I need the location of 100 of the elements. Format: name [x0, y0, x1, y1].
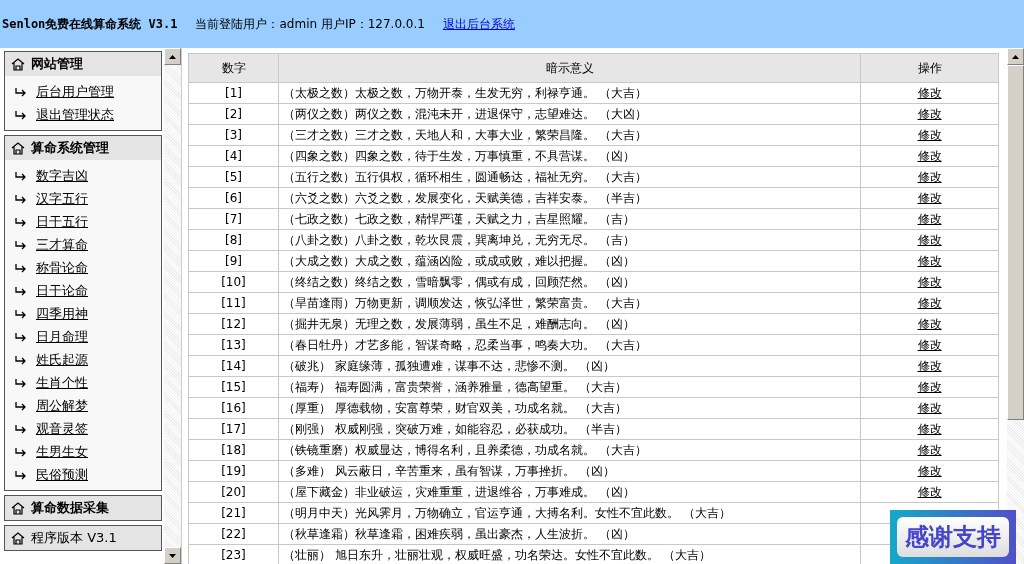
- scrollbar[interactable]: [1007, 48, 1024, 564]
- meaning-cell: （秋草逢霜）秋草逢霜，困难疾弱，虽出豪杰，人生波折。 （凶）: [278, 523, 861, 545]
- number-cell: [11]: [188, 292, 279, 314]
- meaning-cell: （太极之数）太极之数，万物开泰，生发无穷，利禄亨通。 （大吉）: [278, 82, 861, 104]
- section-header[interactable]: 算命系统管理: [5, 136, 161, 160]
- number-cell: [18]: [188, 439, 279, 461]
- column-header: 暗示意义: [278, 53, 861, 83]
- arrow-icon: [15, 354, 28, 365]
- meaning-cell: （三才之数）三才之数，天地人和，大事大业，繁荣昌隆。 （大吉）: [278, 124, 861, 146]
- up-arrow-icon[interactable]: [169, 54, 176, 59]
- arrow-icon: [15, 170, 28, 181]
- edit-link[interactable]: 修改: [917, 463, 942, 478]
- house-icon: [11, 501, 25, 515]
- meaning-cell: （福寿） 福寿圆满，富贵荣誉，涵养雅量，德高望重。 （大吉）: [278, 376, 861, 398]
- edit-link[interactable]: 修改: [917, 106, 942, 121]
- sidebar-link[interactable]: 生男生女: [15, 440, 161, 463]
- meaning-cell: （四象之数）四象之数，待于生发，万事慎重，不具营谋。 （凶）: [278, 145, 861, 167]
- number-cell: [13]: [188, 334, 279, 356]
- app-title: Senlon免费在线算命系统 V3.1: [2, 15, 178, 33]
- sidebar-link[interactable]: 后台用户管理: [15, 80, 161, 103]
- meaning-cell: （多难） 风云蔽日，辛苦重来，虽有智谋，万事挫折。 （凶）: [278, 460, 861, 482]
- edit-link[interactable]: 修改: [917, 337, 942, 352]
- arrow-icon: [15, 109, 28, 120]
- edit-link[interactable]: 修改: [917, 232, 942, 247]
- arrow-icon: [15, 469, 28, 480]
- scrollbar[interactable]: [164, 48, 181, 564]
- sidebar-link[interactable]: 姓氏起源: [15, 348, 161, 371]
- number-cell: [23]: [188, 544, 279, 564]
- edit-link[interactable]: 修改: [917, 421, 942, 436]
- edit-link[interactable]: 修改: [917, 85, 942, 100]
- sidebar-link[interactable]: 退出管理状态: [15, 103, 161, 126]
- arrow-icon: [15, 331, 28, 342]
- arrow-icon: [15, 239, 28, 250]
- logout-link[interactable]: 退出后台系统: [442, 15, 515, 33]
- down-arrow-icon[interactable]: [169, 553, 176, 558]
- edit-link[interactable]: 修改: [917, 400, 942, 415]
- arrow-icon: [15, 377, 28, 388]
- edit-link[interactable]: 修改: [917, 253, 942, 268]
- column-header: 操作: [860, 53, 999, 83]
- meaning-cell: （掘井无泉）无理之数，发展薄弱，虽生不足，难酬志向。 （凶）: [278, 313, 861, 335]
- sidebar-link[interactable]: 周公解梦: [15, 394, 161, 417]
- number-cell: [17]: [188, 418, 279, 440]
- section-title: 算命系统管理: [31, 139, 109, 157]
- column-header: 数字: [188, 53, 279, 83]
- number-cell: [2]: [188, 103, 279, 125]
- sidebar-link[interactable]: 日月命理: [15, 325, 161, 348]
- edit-link[interactable]: 修改: [917, 274, 942, 289]
- section-header[interactable]: 算命数据采集: [5, 496, 161, 520]
- edit-link[interactable]: 修改: [917, 358, 942, 373]
- house-icon: [11, 57, 25, 71]
- number-cell: [22]: [188, 523, 279, 545]
- section-header[interactable]: 程序版本 V3.1: [5, 526, 161, 550]
- edit-link[interactable]: 修改: [917, 316, 942, 331]
- number-cell: [10]: [188, 271, 279, 293]
- sidebar-link[interactable]: 称骨论命: [15, 256, 161, 279]
- meaning-cell: （明月中天）光风霁月，万物确立，官运亨通，大搏名利。女性不宜此数。 （大吉）: [278, 502, 861, 524]
- meaning-cell: （五行之数）五行俱权，循环相生，圆通畅达，福祉无穷。 （大吉）: [278, 166, 861, 188]
- number-cell: [16]: [188, 397, 279, 419]
- edit-link[interactable]: 修改: [917, 295, 942, 310]
- arrow-icon: [15, 86, 28, 97]
- arrow-icon: [15, 262, 28, 273]
- meaning-cell: （终结之数）终结之数，雪暗飘零，偶或有成，回顾茫然。 （凶）: [278, 271, 861, 293]
- sidebar-link[interactable]: 汉字五行: [15, 187, 161, 210]
- number-cell: [4]: [188, 145, 279, 167]
- edit-link[interactable]: 修改: [917, 211, 942, 226]
- sidebar-link[interactable]: 日干论命: [15, 279, 161, 302]
- number-cell: [3]: [188, 124, 279, 146]
- sidebar-link[interactable]: 三才算命: [15, 233, 161, 256]
- edit-link[interactable]: 修改: [917, 169, 942, 184]
- edit-link[interactable]: 修改: [917, 148, 942, 163]
- meaning-cell: （厚重） 厚德载物，安富尊荣，财官双美，功成名就。 （大吉）: [278, 397, 861, 419]
- edit-link[interactable]: 修改: [917, 442, 942, 457]
- meaning-cell: （破兆） 家庭缘薄，孤独遭难，谋事不达，悲惨不测。 （凶）: [278, 355, 861, 377]
- number-cell: [5]: [188, 166, 279, 188]
- number-cell: [19]: [188, 460, 279, 482]
- arrow-icon: [15, 308, 28, 319]
- sidebar-link[interactable]: 民俗预测: [15, 463, 161, 486]
- sidebar-link[interactable]: 四季用神: [15, 302, 161, 325]
- meaning-cell: （刚强） 权威刚强，突破万难，如能容忍，必获成功。 （半吉）: [278, 418, 861, 440]
- meaning-cell: （铁镜重磨）权威显达，博得名利，且养柔德，功成名就。 （大吉）: [278, 439, 861, 461]
- number-cell: [14]: [188, 355, 279, 377]
- up-arrow-icon[interactable]: [1012, 54, 1019, 59]
- meaning-cell: （两仪之数）两仪之数，混沌未开，进退保守，志望难达。 （大凶）: [278, 103, 861, 125]
- meaning-cell: （八卦之数）八卦之数，乾坎艮震，巽离坤兑，无穷无尽。 （吉）: [278, 229, 861, 251]
- number-cell: [6]: [188, 187, 279, 209]
- edit-link[interactable]: 修改: [917, 127, 942, 142]
- section-title: 程序版本 V3.1: [31, 529, 117, 547]
- edit-link[interactable]: 修改: [917, 379, 942, 394]
- sidebar-link[interactable]: 生肖个性: [15, 371, 161, 394]
- number-cell: [1]: [188, 82, 279, 104]
- sidebar-link[interactable]: 日干五行: [15, 210, 161, 233]
- arrow-icon: [15, 446, 28, 457]
- edit-link[interactable]: 修改: [917, 484, 942, 499]
- number-cell: [7]: [188, 208, 279, 230]
- section-header[interactable]: 网站管理: [5, 52, 161, 76]
- sidebar-link[interactable]: 观音灵签: [15, 417, 161, 440]
- edit-link[interactable]: 修改: [917, 190, 942, 205]
- meaning-cell: （大成之数）大成之数，蕴涵凶险，或成或败，难以把握。 （凶）: [278, 250, 861, 272]
- sidebar-link[interactable]: 数字吉凶: [15, 164, 161, 187]
- support-banner[interactable]: 感谢支持: [890, 510, 1016, 564]
